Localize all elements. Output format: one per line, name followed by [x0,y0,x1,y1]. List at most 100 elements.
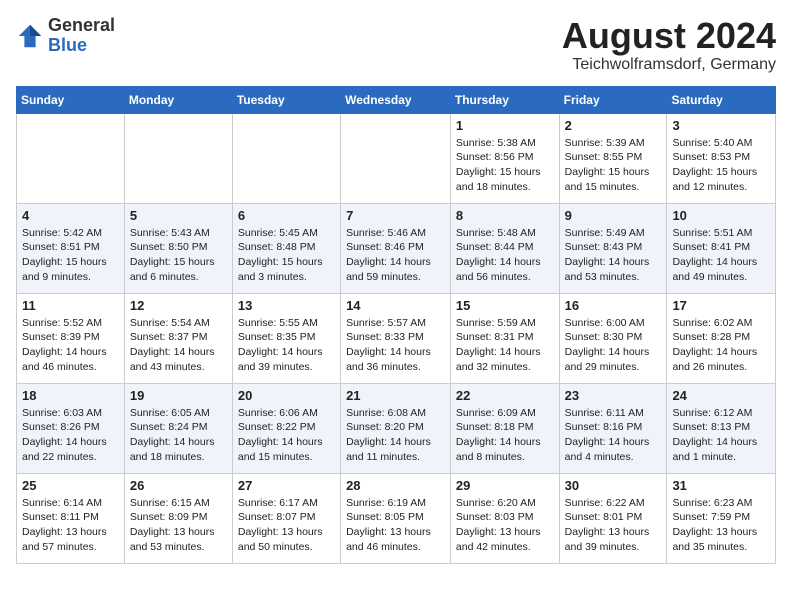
day-number: 30 [565,478,662,493]
day-number: 28 [346,478,445,493]
calendar-week-row: 11 Sunrise: 5:52 AM Sunset: 8:39 PM Dayli… [17,293,776,383]
cell-info: Sunrise: 6:06 AM Sunset: 8:22 PM Dayligh… [238,406,335,465]
calendar-week-row: 18 Sunrise: 6:03 AM Sunset: 8:26 PM Dayli… [17,383,776,473]
calendar-week-row: 25 Sunrise: 6:14 AM Sunset: 8:11 PM Dayli… [17,473,776,563]
calendar-cell: 21Sunrise: 6:08 AM Sunset: 8:20 PM Dayli… [341,383,451,473]
month-year-title: August 2024 [562,16,776,56]
cell-info: Sunrise: 5:48 AM Sunset: 8:44 PM Dayligh… [456,226,554,285]
calendar-cell: 20Sunrise: 6:06 AM Sunset: 8:22 PM Dayli… [232,383,340,473]
calendar-cell: 28 Sunrise: 6:19 AM Sunset: 8:05 PM Dayli… [341,473,451,563]
cell-info: Sunrise: 6:00 AM Sunset: 8:30 PM Dayligh… [565,316,662,375]
calendar-cell: 17 Sunrise: 6:02 AM Sunset: 8:28 PM Dayli… [667,293,776,383]
cell-info: Sunrise: 6:22 AM Sunset: 8:01 PM Dayligh… [565,496,662,555]
location-subtitle: Teichwolframsdorf, Germany [562,56,776,74]
day-header-monday: Monday [124,86,232,113]
calendar-cell [17,113,125,203]
calendar-cell: 30 Sunrise: 6:22 AM Sunset: 8:01 PM Dayli… [559,473,667,563]
calendar-cell: 7 Sunrise: 5:46 AM Sunset: 8:46 PM Daylig… [341,203,451,293]
cell-info: Sunrise: 5:57 AM Sunset: 8:33 PM Dayligh… [346,316,445,375]
day-number: 2 [565,118,662,133]
cell-info: Sunrise: 6:09 AM Sunset: 8:18 PM Dayligh… [456,406,554,465]
day-header-thursday: Thursday [450,86,559,113]
day-header-wednesday: Wednesday [341,86,451,113]
day-number: 18 [22,388,119,403]
cell-info: Sunrise: 5:39 AM Sunset: 8:55 PM Dayligh… [565,136,662,195]
logo-blue-text: Blue [48,35,87,55]
cell-info: Sunrise: 6:05 AM Sunset: 8:24 PM Dayligh… [130,406,227,465]
day-number: 24 [672,388,770,403]
day-number: 15 [456,298,554,313]
cell-info: Sunrise: 6:17 AM Sunset: 8:07 PM Dayligh… [238,496,335,555]
calendar-header-row: SundayMondayTuesdayWednesdayThursdayFrid… [17,86,776,113]
day-number: 11 [22,298,119,313]
cell-info: Sunrise: 6:12 AM Sunset: 8:13 PM Dayligh… [672,406,770,465]
cell-info: Sunrise: 5:54 AM Sunset: 8:37 PM Dayligh… [130,316,227,375]
calendar-cell: 15Sunrise: 5:59 AM Sunset: 8:31 PM Dayli… [450,293,559,383]
day-number: 1 [456,118,554,133]
calendar-cell: 12Sunrise: 5:54 AM Sunset: 8:37 PM Dayli… [124,293,232,383]
cell-info: Sunrise: 6:15 AM Sunset: 8:09 PM Dayligh… [130,496,227,555]
calendar-cell: 16 Sunrise: 6:00 AM Sunset: 8:30 PM Dayli… [559,293,667,383]
day-number: 16 [565,298,662,313]
calendar-cell: 19Sunrise: 6:05 AM Sunset: 8:24 PM Dayli… [124,383,232,473]
calendar-cell: 22 Sunrise: 6:09 AM Sunset: 8:18 PM Dayli… [450,383,559,473]
calendar-cell: 18 Sunrise: 6:03 AM Sunset: 8:26 PM Dayli… [17,383,125,473]
day-number: 27 [238,478,335,493]
cell-info: Sunrise: 5:38 AM Sunset: 8:56 PM Dayligh… [456,136,554,195]
calendar-cell: 26Sunrise: 6:15 AM Sunset: 8:09 PM Dayli… [124,473,232,563]
day-number: 17 [672,298,770,313]
calendar-cell: 27 Sunrise: 6:17 AM Sunset: 8:07 PM Dayli… [232,473,340,563]
cell-info: Sunrise: 5:42 AM Sunset: 8:51 PM Dayligh… [22,226,119,285]
cell-info: Sunrise: 6:19 AM Sunset: 8:05 PM Dayligh… [346,496,445,555]
day-number: 9 [565,208,662,223]
title-block: August 2024 Teichwolframsdorf, Germany [562,16,776,74]
calendar-cell [232,113,340,203]
logo-general-text: General [48,15,115,35]
calendar-cell: 1 Sunrise: 5:38 AM Sunset: 8:56 PM Daylig… [450,113,559,203]
day-number: 7 [346,208,445,223]
cell-info: Sunrise: 6:23 AM Sunset: 7:59 PM Dayligh… [672,496,770,555]
calendar-cell: 5Sunrise: 5:43 AM Sunset: 8:50 PM Daylig… [124,203,232,293]
cell-info: Sunrise: 5:51 AM Sunset: 8:41 PM Dayligh… [672,226,770,285]
calendar-cell: 3Sunrise: 5:40 AM Sunset: 8:53 PM Daylig… [667,113,776,203]
cell-info: Sunrise: 5:52 AM Sunset: 8:39 PM Dayligh… [22,316,119,375]
day-header-sunday: Sunday [17,86,125,113]
cell-info: Sunrise: 5:55 AM Sunset: 8:35 PM Dayligh… [238,316,335,375]
day-number: 22 [456,388,554,403]
calendar-cell: 13Sunrise: 5:55 AM Sunset: 8:35 PM Dayli… [232,293,340,383]
cell-info: Sunrise: 5:45 AM Sunset: 8:48 PM Dayligh… [238,226,335,285]
day-header-friday: Friday [559,86,667,113]
logo: General Blue [16,16,115,56]
day-number: 23 [565,388,662,403]
calendar-cell: 4Sunrise: 5:42 AM Sunset: 8:51 PM Daylig… [17,203,125,293]
logo-icon [16,22,44,50]
day-header-tuesday: Tuesday [232,86,340,113]
calendar-cell: 11 Sunrise: 5:52 AM Sunset: 8:39 PM Dayli… [17,293,125,383]
cell-info: Sunrise: 5:46 AM Sunset: 8:46 PM Dayligh… [346,226,445,285]
day-number: 8 [456,208,554,223]
calendar-cell: 6Sunrise: 5:45 AM Sunset: 8:48 PM Daylig… [232,203,340,293]
calendar-week-row: 4Sunrise: 5:42 AM Sunset: 8:51 PM Daylig… [17,203,776,293]
day-number: 10 [672,208,770,223]
day-number: 31 [672,478,770,493]
day-number: 3 [672,118,770,133]
day-number: 21 [346,388,445,403]
calendar-cell [341,113,451,203]
day-number: 29 [456,478,554,493]
calendar-cell: 29Sunrise: 6:20 AM Sunset: 8:03 PM Dayli… [450,473,559,563]
calendar-week-row: 1 Sunrise: 5:38 AM Sunset: 8:56 PM Daylig… [17,113,776,203]
calendar-cell: 25 Sunrise: 6:14 AM Sunset: 8:11 PM Dayli… [17,473,125,563]
calendar-cell: 23 Sunrise: 6:11 AM Sunset: 8:16 PM Dayli… [559,383,667,473]
day-number: 14 [346,298,445,313]
cell-info: Sunrise: 5:43 AM Sunset: 8:50 PM Dayligh… [130,226,227,285]
day-header-saturday: Saturday [667,86,776,113]
cell-info: Sunrise: 6:14 AM Sunset: 8:11 PM Dayligh… [22,496,119,555]
cell-info: Sunrise: 6:03 AM Sunset: 8:26 PM Dayligh… [22,406,119,465]
day-number: 25 [22,478,119,493]
calendar-cell: 8 Sunrise: 5:48 AM Sunset: 8:44 PM Daylig… [450,203,559,293]
calendar-cell: 24 Sunrise: 6:12 AM Sunset: 8:13 PM Dayli… [667,383,776,473]
calendar-cell: 10 Sunrise: 5:51 AM Sunset: 8:41 PM Dayli… [667,203,776,293]
calendar-table: SundayMondayTuesdayWednesdayThursdayFrid… [16,86,776,564]
cell-info: Sunrise: 6:11 AM Sunset: 8:16 PM Dayligh… [565,406,662,465]
cell-info: Sunrise: 6:02 AM Sunset: 8:28 PM Dayligh… [672,316,770,375]
